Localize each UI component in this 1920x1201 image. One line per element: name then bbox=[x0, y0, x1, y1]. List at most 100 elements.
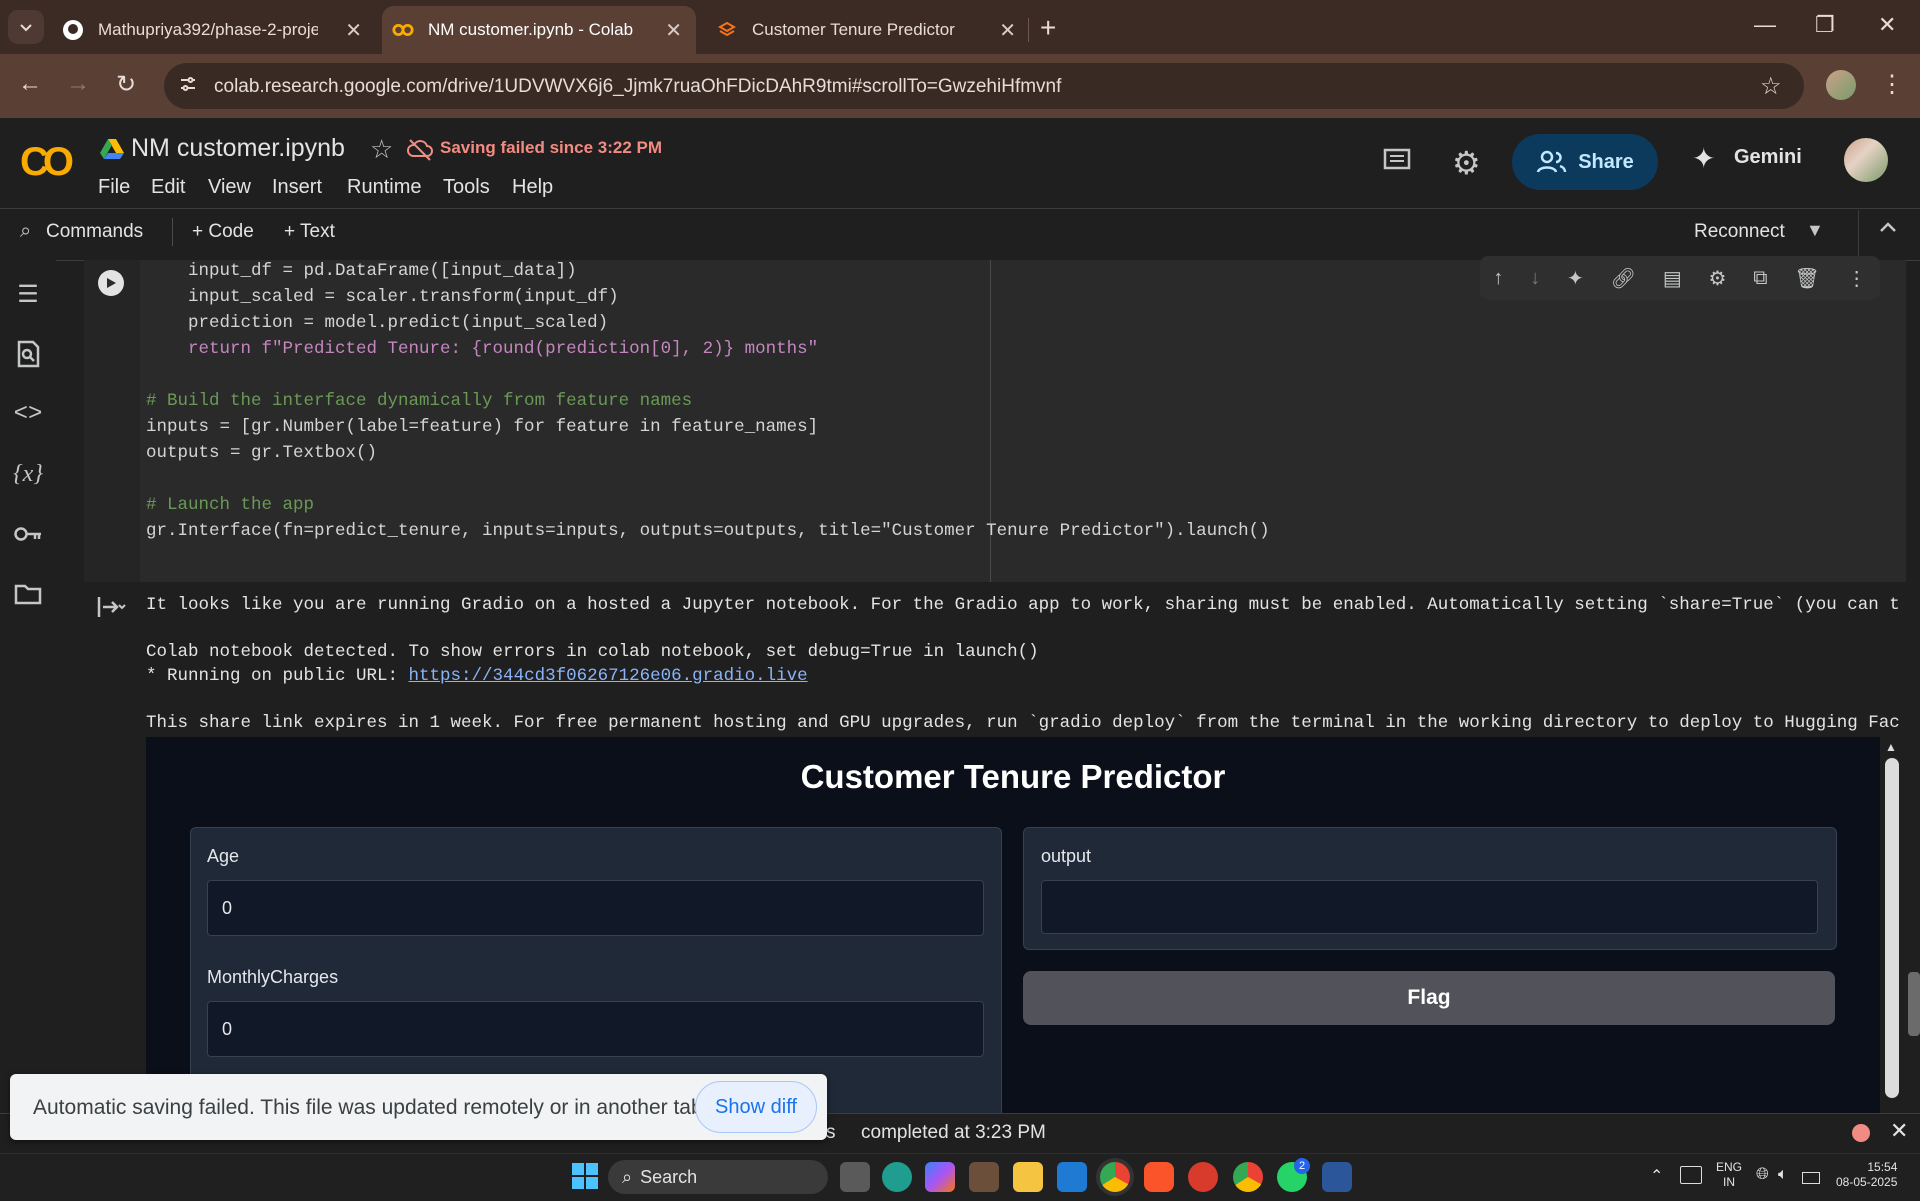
mirror-cell-icon[interactable]: ⧉ bbox=[1753, 267, 1767, 290]
task-view-icon[interactable] bbox=[840, 1162, 870, 1192]
url-text[interactable]: colab.research.google.com/drive/1UDVWVX6… bbox=[214, 76, 1061, 98]
windows-start-icon[interactable] bbox=[572, 1163, 598, 1189]
word-icon[interactable] bbox=[1322, 1162, 1352, 1192]
bookmark-star-icon[interactable]: ☆ bbox=[1760, 72, 1782, 101]
execution-status[interactable]: completed at 3:23 PM bbox=[861, 1122, 1046, 1144]
comment-icon[interactable]: ▤ bbox=[1663, 266, 1682, 291]
close-status-icon[interactable]: ✕ bbox=[1890, 1118, 1908, 1144]
age-number-input[interactable]: 0 bbox=[207, 880, 984, 936]
flag-button[interactable]: Flag bbox=[1023, 971, 1835, 1025]
share-button[interactable]: Share bbox=[1512, 134, 1658, 190]
file-explorer-icon[interactable] bbox=[1013, 1162, 1043, 1192]
network-icon[interactable]: 🌐︎ bbox=[1756, 1166, 1769, 1184]
gradio-icon bbox=[716, 19, 738, 41]
copilot-icon[interactable] bbox=[925, 1162, 955, 1192]
new-tab-icon[interactable]: + bbox=[1040, 12, 1056, 44]
tab-separator bbox=[1028, 18, 1029, 42]
run-cell-button[interactable] bbox=[98, 270, 124, 296]
tray-overflow-icon[interactable]: ⌃ bbox=[1650, 1166, 1663, 1186]
settings-gear-icon[interactable]: ⚙ bbox=[1452, 144, 1481, 182]
back-icon[interactable]: ← bbox=[18, 70, 42, 98]
move-cell-up-icon[interactable]: ↑ bbox=[1493, 267, 1503, 290]
colab-logo[interactable]: CO bbox=[20, 140, 74, 185]
delete-cell-icon[interactable]: 🗑︎ bbox=[1794, 266, 1819, 291]
browser-tab-gradio[interactable]: Customer Tenure Predictor ✕ bbox=[716, 6, 1016, 54]
language-indicator[interactable]: ENG IN bbox=[1716, 1160, 1742, 1190]
tray-app-icon[interactable] bbox=[1680, 1166, 1702, 1184]
profile-avatar[interactable] bbox=[1826, 70, 1856, 100]
files-folder-icon[interactable] bbox=[12, 578, 44, 610]
add-code-button[interactable]: + Code bbox=[192, 221, 254, 243]
add-text-button[interactable]: + Text bbox=[284, 221, 335, 243]
clock[interactable]: 15:54 08-05-2025 bbox=[1836, 1160, 1897, 1190]
photos-icon[interactable] bbox=[969, 1162, 999, 1192]
minimize-icon[interactable]: — bbox=[1754, 12, 1776, 38]
code-line: outputs = gr.Textbox() bbox=[146, 443, 378, 463]
menu-file[interactable]: File bbox=[98, 176, 130, 199]
menu-edit[interactable]: Edit bbox=[151, 176, 185, 199]
code-line: # Launch the app bbox=[146, 495, 315, 515]
whatsapp-badge: 2 bbox=[1294, 1158, 1310, 1174]
restore-icon[interactable]: ❐ bbox=[1815, 12, 1835, 38]
collapse-header-icon[interactable] bbox=[1878, 218, 1898, 238]
code-editor[interactable]: input_df = pd.DataFrame([input_data]) in… bbox=[146, 258, 1270, 544]
menu-runtime[interactable]: Runtime bbox=[347, 176, 421, 199]
browser-tab-colab[interactable]: NM customer.ipynb - Colab ✕ bbox=[382, 6, 696, 54]
play-icon bbox=[107, 278, 116, 288]
table-of-contents-icon[interactable]: ☰ bbox=[12, 278, 44, 310]
comments-icon[interactable] bbox=[1382, 146, 1412, 176]
find-icon[interactable] bbox=[12, 338, 44, 370]
chrome-active-icon[interactable] bbox=[1100, 1162, 1130, 1192]
browser-tab-github[interactable]: Mathupriya392/phase-2-project ✕ bbox=[62, 6, 362, 54]
cell-settings-icon[interactable]: ⚙ bbox=[1709, 266, 1727, 291]
menu-help[interactable]: Help bbox=[512, 176, 553, 199]
star-icon[interactable]: ☆ bbox=[370, 134, 393, 165]
tab-search-dropdown[interactable] bbox=[8, 10, 44, 44]
save-status[interactable]: Saving failed since 3:22 PM bbox=[440, 138, 662, 158]
menu-view[interactable]: View bbox=[208, 176, 251, 199]
close-tab-icon[interactable]: ✕ bbox=[665, 18, 682, 43]
gemini-cell-icon[interactable]: ✦ bbox=[1567, 266, 1584, 291]
cell-gutter bbox=[84, 260, 140, 582]
vscode-icon[interactable] bbox=[1057, 1162, 1087, 1192]
browser-menu-icon[interactable]: ⋮ bbox=[1880, 70, 1904, 99]
close-tab-icon[interactable]: ✕ bbox=[999, 18, 1016, 43]
output-textbox[interactable] bbox=[1041, 880, 1818, 934]
menu-insert[interactable]: Insert bbox=[272, 176, 322, 199]
wps-icon[interactable] bbox=[1188, 1162, 1218, 1192]
output-actions-icon[interactable] bbox=[96, 594, 126, 620]
code-line: inputs = [gr.Number(label=feature) for f… bbox=[146, 417, 819, 437]
volume-icon[interactable]: 🔈︎ bbox=[1778, 1166, 1788, 1184]
brave-icon[interactable] bbox=[1144, 1162, 1174, 1192]
chrome-icon[interactable] bbox=[1233, 1162, 1263, 1192]
battery-icon[interactable] bbox=[1802, 1172, 1820, 1184]
more-options-icon[interactable]: ⋮ bbox=[1847, 266, 1867, 291]
monthly-charges-number-input[interactable]: 0 bbox=[207, 1001, 984, 1057]
reconnect-button[interactable]: Reconnect bbox=[1694, 221, 1785, 243]
close-window-icon[interactable]: ✕ bbox=[1878, 12, 1896, 38]
caret-down-icon[interactable]: ▼ bbox=[1806, 220, 1824, 241]
iframe-scrollbar-thumb[interactable] bbox=[1885, 758, 1899, 1098]
code-snippets-icon[interactable]: <> bbox=[12, 398, 44, 430]
move-cell-down-icon[interactable]: ↓ bbox=[1530, 267, 1540, 290]
gradio-title: Customer Tenure Predictor bbox=[800, 758, 1226, 795]
notebook-title[interactable]: NM customer.ipynb bbox=[131, 134, 345, 163]
reload-icon[interactable]: ↻ bbox=[116, 70, 136, 99]
variables-icon[interactable]: {x} bbox=[12, 458, 44, 490]
close-tab-icon[interactable]: ✕ bbox=[345, 18, 362, 43]
link-icon[interactable]: 🔗︎ bbox=[1611, 266, 1636, 291]
taskbar-search[interactable]: ⌕ Search bbox=[608, 1160, 828, 1194]
menu-tools[interactable]: Tools bbox=[443, 176, 490, 199]
scroll-up-arrow-icon[interactable]: ▲ bbox=[1885, 740, 1897, 754]
edge-icon[interactable] bbox=[882, 1162, 912, 1192]
site-info-icon[interactable] bbox=[178, 74, 198, 94]
gemini-button[interactable]: Gemini bbox=[1734, 146, 1802, 169]
show-diff-button[interactable]: Show diff bbox=[695, 1081, 817, 1133]
public-url-link[interactable]: https://344cd3f06267126e06.gradio.live bbox=[409, 666, 808, 686]
commands-button[interactable]: Commands bbox=[46, 221, 143, 243]
secrets-key-icon[interactable] bbox=[12, 518, 44, 550]
search-icon: ⌕ bbox=[622, 1166, 633, 1187]
forward-icon[interactable]: → bbox=[66, 70, 90, 98]
user-avatar[interactable] bbox=[1844, 138, 1888, 182]
page-scrollbar-thumb[interactable] bbox=[1908, 972, 1920, 1036]
